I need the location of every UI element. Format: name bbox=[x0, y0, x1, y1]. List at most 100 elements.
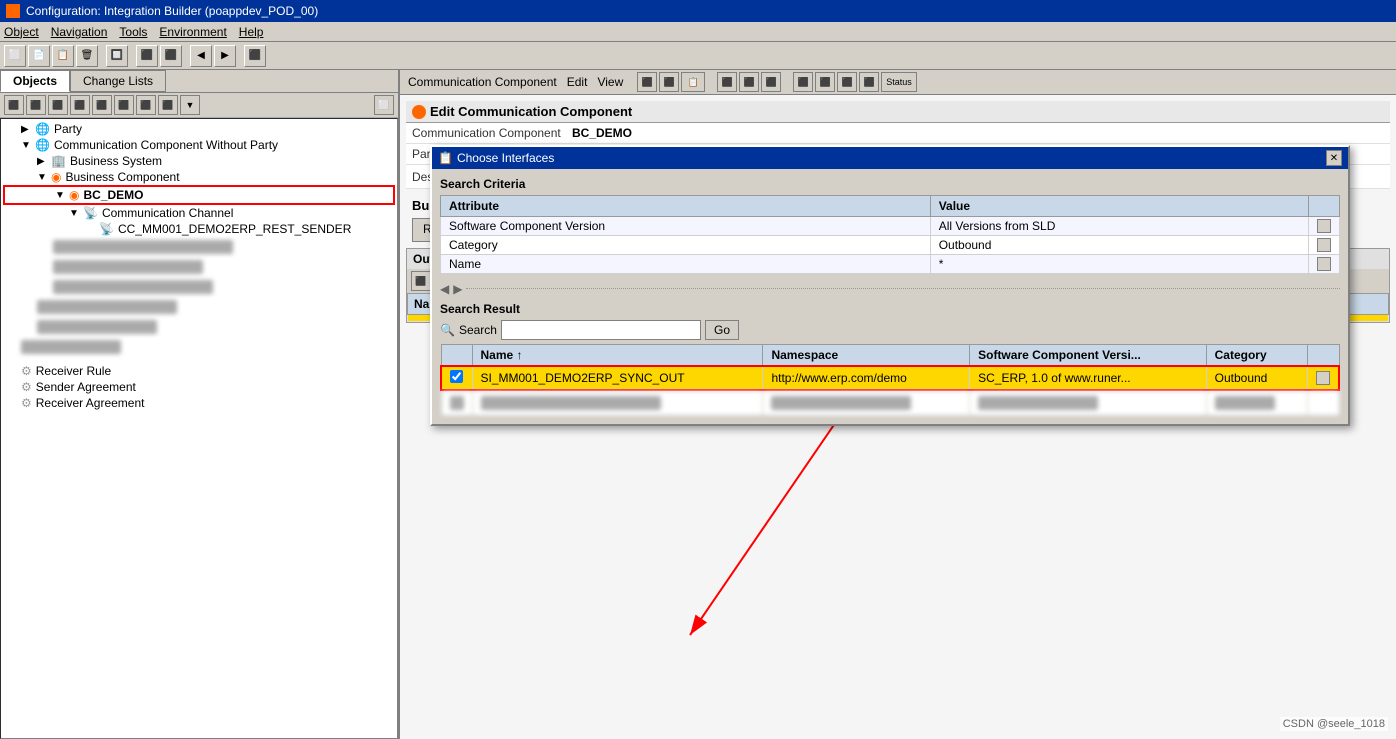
tree-label-bs: Business System bbox=[70, 154, 162, 168]
tree-item-cc[interactable]: ▼ 📡 Communication Channel bbox=[3, 205, 395, 221]
tree-item-sender-agreement[interactable]: ⚙ Sender Agreement bbox=[3, 379, 395, 395]
tree-blurred-2 bbox=[3, 257, 395, 277]
toolbar-btn-back[interactable]: ◀ bbox=[190, 45, 212, 67]
main-toolbar: ⬜ 📄 📋 🗑 🔲 ⬛ ⬛ ◀ ▶ ⬛ bbox=[0, 42, 1396, 70]
tree-label-receiver-agreement: Receiver Agreement bbox=[36, 396, 145, 410]
toolbar-btn-5[interactable]: 🔲 bbox=[106, 45, 128, 67]
left-btn-resize[interactable]: ⬜ bbox=[374, 95, 394, 115]
result-cell-cb[interactable] bbox=[441, 366, 472, 390]
menu-bar: Object Navigation Tools Environment Help bbox=[0, 22, 1396, 42]
menu-help[interactable]: Help bbox=[239, 25, 264, 39]
tree-blurred-5 bbox=[3, 317, 395, 337]
left-btn-8[interactable]: ⬛ bbox=[158, 95, 178, 115]
left-btn-2[interactable]: ⬛ bbox=[26, 95, 46, 115]
left-btn-filter[interactable]: ▼ bbox=[180, 95, 200, 115]
content-area: Edit Communication Component Communicati… bbox=[400, 95, 1396, 739]
tree-label-cc-mm001: CC_MM001_DEMO2ERP_REST_SENDER bbox=[118, 222, 351, 236]
tree-area: ▶ 🌐 Party ▼ 🌐 Communication Component Wi… bbox=[0, 118, 398, 739]
tree-item-bs[interactable]: ▶ 🏢 Business System bbox=[3, 153, 395, 169]
right-btn-2[interactable]: ⬛ bbox=[659, 72, 679, 92]
right-btn-status: Status bbox=[881, 72, 917, 92]
tree-label-party: Party bbox=[54, 122, 82, 136]
tree-item-bc-demo[interactable]: ▼ ◉ BC_DEMO bbox=[3, 185, 395, 205]
toolbar-btn-8[interactable]: ⬛ bbox=[244, 45, 266, 67]
menu-view[interactable]: View bbox=[593, 75, 627, 89]
criteria-cell-cat-value[interactable]: Outbound bbox=[930, 236, 1308, 255]
left-btn-5[interactable]: ⬛ bbox=[92, 95, 112, 115]
left-btn-3[interactable]: ⬛ bbox=[48, 95, 68, 115]
search-icon: 🔍 bbox=[440, 323, 455, 337]
right-btn-8[interactable]: ⬛ bbox=[837, 72, 857, 92]
toolbar-btn-3[interactable]: 📋 bbox=[52, 45, 74, 67]
left-btn-7[interactable]: ⬛ bbox=[136, 95, 156, 115]
section-header: Edit Communication Component bbox=[406, 101, 1390, 123]
criteria-row-scv: Software Component Version All Versions … bbox=[441, 217, 1340, 236]
menu-navigation[interactable]: Navigation bbox=[51, 25, 108, 39]
section-header-text: Edit Communication Component bbox=[430, 104, 632, 119]
dialog-icon: 📋 bbox=[438, 151, 453, 165]
result-col-name[interactable]: Name ↑ bbox=[472, 345, 763, 367]
tree-blurred-6 bbox=[3, 337, 395, 357]
result-col-category: Category bbox=[1206, 345, 1307, 367]
toolbar-btn-6[interactable]: ⬛ bbox=[136, 45, 158, 67]
dialog-content: Search Criteria Attribute Value Software bbox=[432, 169, 1348, 424]
tree-item-bc[interactable]: ▼ ◉ Business Component bbox=[3, 169, 395, 185]
toolbar-btn-7[interactable]: ⬛ bbox=[160, 45, 182, 67]
tree-item-cc-mm001[interactable]: 📡 CC_MM001_DEMO2ERP_REST_SENDER bbox=[3, 221, 395, 237]
title-bar: Configuration: Integration Builder (poap… bbox=[0, 0, 1396, 22]
menu-object[interactable]: Object bbox=[4, 25, 39, 39]
left-btn-6[interactable]: ⬛ bbox=[114, 95, 134, 115]
toolbar-btn-2[interactable]: 📄 bbox=[28, 45, 50, 67]
tree-label-cc: Communication Channel bbox=[102, 206, 233, 220]
right-btn-7[interactable]: ⬛ bbox=[815, 72, 835, 92]
tab-change-lists[interactable]: Change Lists bbox=[70, 70, 166, 92]
result-row-1[interactable]: SI_MM001_DEMO2ERP_SYNC_OUT http://www.er… bbox=[441, 366, 1339, 390]
result-checkbox[interactable] bbox=[450, 370, 463, 383]
right-btn-5[interactable]: ⬛ bbox=[761, 72, 781, 92]
left-panel: Objects Change Lists ⬛ ⬛ ⬛ ⬛ ⬛ ⬛ ⬛ ⬛ ▼ ⬜… bbox=[0, 70, 400, 739]
criteria-cell-scv-attr: Software Component Version bbox=[441, 217, 931, 236]
right-btn-4[interactable]: ⬛ bbox=[739, 72, 759, 92]
search-criteria-title: Search Criteria bbox=[440, 177, 1340, 191]
left-btn-1[interactable]: ⬛ bbox=[4, 95, 24, 115]
search-input[interactable] bbox=[501, 320, 701, 340]
tree-item-receiver-agreement[interactable]: ⚙ Receiver Agreement bbox=[3, 395, 395, 411]
tree-blurred-1 bbox=[3, 237, 395, 257]
title-bar-text: Configuration: Integration Builder (poap… bbox=[26, 4, 318, 18]
right-btn-1[interactable]: ⬛ bbox=[637, 72, 657, 92]
tab-objects[interactable]: Objects bbox=[0, 70, 70, 92]
criteria-cell-name-scroll bbox=[1309, 255, 1340, 274]
tree-label-receiver-rule: Receiver Rule bbox=[36, 364, 111, 378]
outbound-btn-1[interactable]: ⬛ bbox=[411, 271, 431, 291]
main-layout: Objects Change Lists ⬛ ⬛ ⬛ ⬛ ⬛ ⬛ ⬛ ⬛ ▼ ⬜… bbox=[0, 70, 1396, 739]
toolbar-btn-1[interactable]: ⬜ bbox=[4, 45, 26, 67]
app-icon bbox=[6, 4, 20, 18]
menu-communication-component[interactable]: Communication Component bbox=[404, 75, 561, 89]
menu-environment[interactable]: Environment bbox=[159, 25, 226, 39]
menu-edit[interactable]: Edit bbox=[563, 75, 592, 89]
criteria-col-attribute: Attribute bbox=[441, 196, 931, 217]
criteria-cell-scv-value[interactable]: All Versions from SLD bbox=[930, 217, 1308, 236]
right-btn-3[interactable]: ⬛ bbox=[717, 72, 737, 92]
result-col-scroll bbox=[1308, 345, 1340, 367]
go-button[interactable]: Go bbox=[705, 320, 739, 340]
dialog-title-bar: 📋 Choose Interfaces ✕ bbox=[432, 147, 1348, 169]
criteria-row-name: Name * bbox=[441, 255, 1340, 274]
left-btn-4[interactable]: ⬛ bbox=[70, 95, 90, 115]
right-btn-display[interactable]: 📋 bbox=[681, 72, 705, 92]
menu-tools[interactable]: Tools bbox=[119, 25, 147, 39]
result-col-cb bbox=[441, 345, 472, 367]
toolbar-btn-forward[interactable]: ▶ bbox=[214, 45, 236, 67]
tree-blurred-4 bbox=[3, 297, 395, 317]
dialog-close-button[interactable]: ✕ bbox=[1326, 150, 1342, 166]
tree-item-ccwp[interactable]: ▼ 🌐 Communication Component Without Part… bbox=[3, 137, 395, 153]
right-btn-9[interactable]: ⬛ bbox=[859, 72, 879, 92]
criteria-cell-name-value[interactable]: * bbox=[930, 255, 1308, 274]
tree-item-receiver-rule[interactable]: ⚙ Receiver Rule bbox=[3, 363, 395, 379]
result-row-blurred bbox=[441, 390, 1339, 416]
result-cell-scv: SC_ERP, 1.0 of www.runer... bbox=[970, 366, 1207, 390]
toolbar-btn-4[interactable]: 🗑 bbox=[76, 45, 98, 67]
right-btn-6[interactable]: ⬛ bbox=[793, 72, 813, 92]
dialog-title-left: 📋 Choose Interfaces bbox=[438, 151, 554, 165]
tree-item-party[interactable]: ▶ 🌐 Party bbox=[3, 121, 395, 137]
